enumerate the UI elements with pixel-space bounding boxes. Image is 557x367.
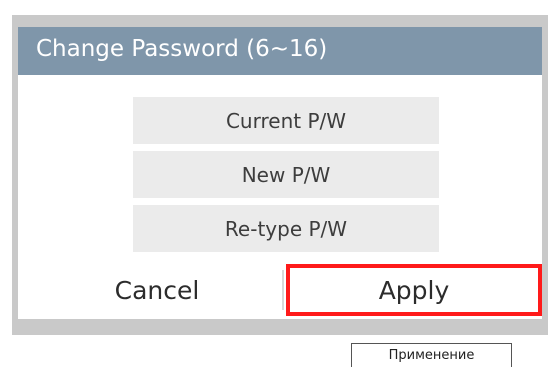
button-divider xyxy=(282,270,284,310)
new-password-label: New P/W xyxy=(241,162,331,187)
dialog-title: Change Password (6~16) xyxy=(36,36,328,62)
current-password-label: Current P/W xyxy=(225,108,347,133)
retype-password-label: Re-type P/W xyxy=(224,216,348,241)
current-password-field[interactable]: Current P/W xyxy=(133,97,439,144)
change-password-dialog: Change Password (6~16) Current P/W New P… xyxy=(18,27,542,319)
dialog-button-row: Cancel Apply xyxy=(18,264,542,317)
dialog-title-bar: Change Password (6~16) xyxy=(18,27,542,75)
apply-button[interactable]: Apply xyxy=(286,264,542,316)
new-password-field[interactable]: New P/W xyxy=(133,151,439,198)
apply-annotation-label: Применение xyxy=(351,343,512,367)
cancel-button[interactable]: Cancel xyxy=(32,264,282,316)
retype-password-field[interactable]: Re-type P/W xyxy=(133,205,439,252)
